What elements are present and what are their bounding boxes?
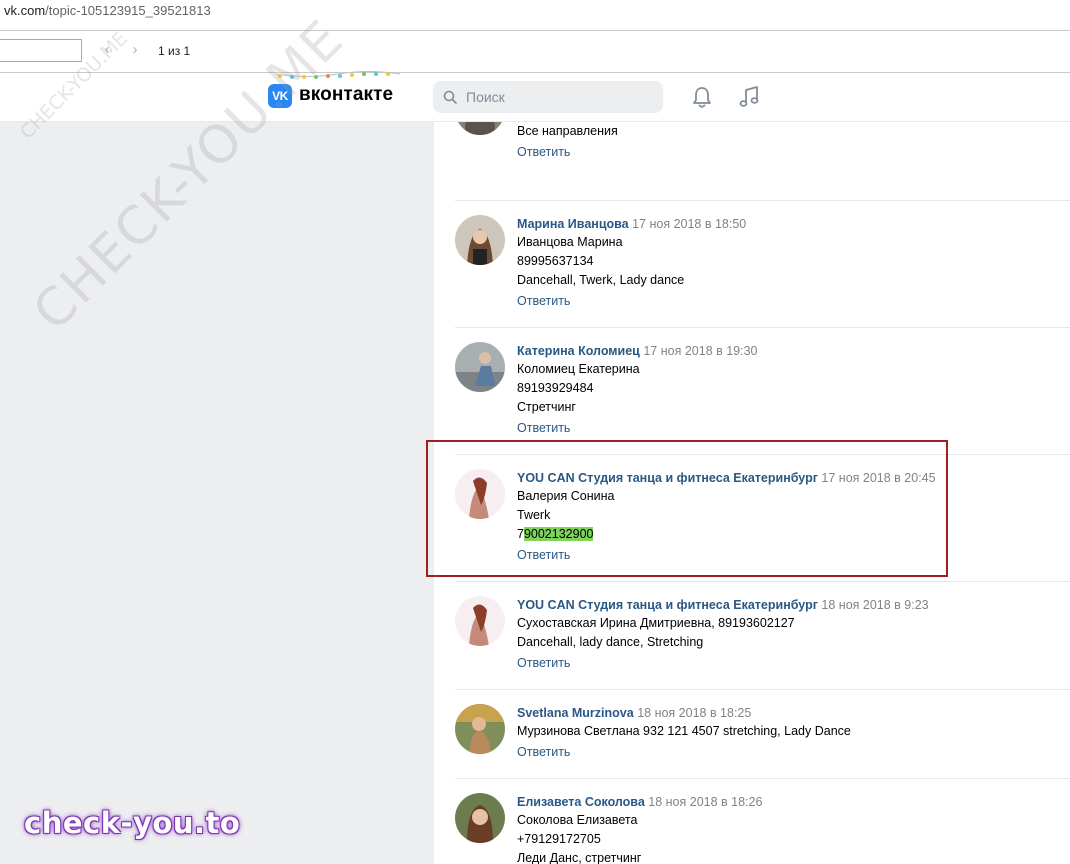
avatar[interactable]	[455, 596, 505, 646]
comment-line: Стретчинг	[517, 400, 576, 414]
comment-date[interactable]: 18 ноя 2018 в 18:26	[648, 795, 762, 809]
comment-header: YOU CAN Студия танца и фитнеса Екатеринб…	[517, 596, 1057, 614]
avatar[interactable]	[455, 122, 505, 135]
find-input[interactable]	[0, 39, 82, 62]
watermark-badge: check-you.to	[24, 806, 241, 840]
highlight-frame	[426, 440, 948, 577]
comment-line: Леди Данс, стретчинг	[517, 851, 642, 864]
avatar[interactable]	[455, 215, 505, 265]
divider	[455, 689, 1070, 690]
comment-line: 89995637134	[517, 254, 594, 268]
comment-author[interactable]: Катерина Коломиец	[517, 344, 640, 358]
reply-link[interactable]: Ответить	[517, 419, 1057, 438]
bell-icon[interactable]	[691, 85, 713, 109]
comment-header: Катерина Коломиец 17 ноя 2018 в 19:30	[517, 342, 1057, 360]
comment-line: Иванцова Марина	[517, 235, 623, 249]
search-icon	[443, 90, 457, 104]
avatar[interactable]	[455, 793, 505, 843]
comment-date[interactable]: 17 ноя 2018 в 18:50	[632, 217, 746, 231]
divider	[455, 327, 1070, 328]
comment-author[interactable]: Марина Иванцова	[517, 217, 629, 231]
comment-line: Коломиец Екатерина	[517, 362, 640, 376]
comment-line: Все направления	[517, 124, 618, 138]
url-host: vk.com	[4, 3, 46, 18]
avatar[interactable]	[455, 704, 505, 754]
comment-header: Елизавета Соколова 18 ноя 2018 в 18:26	[517, 793, 1057, 811]
divider	[455, 200, 1070, 201]
search-input[interactable]	[466, 87, 651, 107]
reply-link[interactable]: Ответить	[517, 143, 1057, 162]
reply-link[interactable]: Ответить	[517, 654, 1057, 673]
comment-line: Соколова Елизавета	[517, 813, 638, 827]
url-path: /topic-105123915_39521813	[45, 3, 211, 18]
music-icon[interactable]	[738, 85, 760, 109]
comment-author[interactable]: YOU CAN Студия танца и фитнеса Екатеринб…	[517, 598, 818, 612]
divider	[455, 581, 1070, 582]
vk-header: VK вконтакте	[0, 71, 1070, 122]
comment-line: Сухоставская Ирина Дмитриевна, 891936021…	[517, 616, 795, 630]
address-bar[interactable]: vk.com/topic-105123915_39521813	[0, 0, 1070, 31]
comment-line: Dancehall, lady dance, Stretching	[517, 635, 704, 649]
comment-author[interactable]: Елизавета Соколова	[517, 795, 645, 809]
avatar[interactable]	[455, 342, 505, 392]
reply-link[interactable]: Ответить	[517, 743, 1057, 762]
comment-header: Svetlana Murzinova 18 ноя 2018 в 18:25	[517, 704, 1057, 722]
find-bar: ‹ › 1 из 1	[0, 31, 1070, 73]
comment-line: +79129172705	[517, 832, 601, 846]
comment-author[interactable]: Svetlana Murzinova	[517, 706, 634, 720]
comment-line: Мурзинова Светлана 932 121 4507 stretchi…	[517, 724, 851, 738]
comment-header: Марина Иванцова 17 ноя 2018 в 18:50	[517, 215, 1057, 233]
comment-line: 89193929484	[517, 381, 594, 395]
left-sidebar-area	[0, 122, 434, 864]
comment-date[interactable]: 18 ноя 2018 в 18:25	[637, 706, 751, 720]
comment-date[interactable]: 18 ноя 2018 в 9:23	[821, 598, 928, 612]
divider	[455, 778, 1070, 779]
comment-date[interactable]: 17 ноя 2018 в 19:30	[643, 344, 757, 358]
comment-line: Dancehall, Twerk, Lady dance	[517, 273, 685, 287]
search-box[interactable]	[433, 81, 663, 113]
url-text[interactable]: vk.com/topic-105123915_39521813	[4, 3, 211, 18]
reply-link[interactable]: Ответить	[517, 292, 1057, 311]
find-result-count: 1 из 1	[158, 44, 191, 58]
